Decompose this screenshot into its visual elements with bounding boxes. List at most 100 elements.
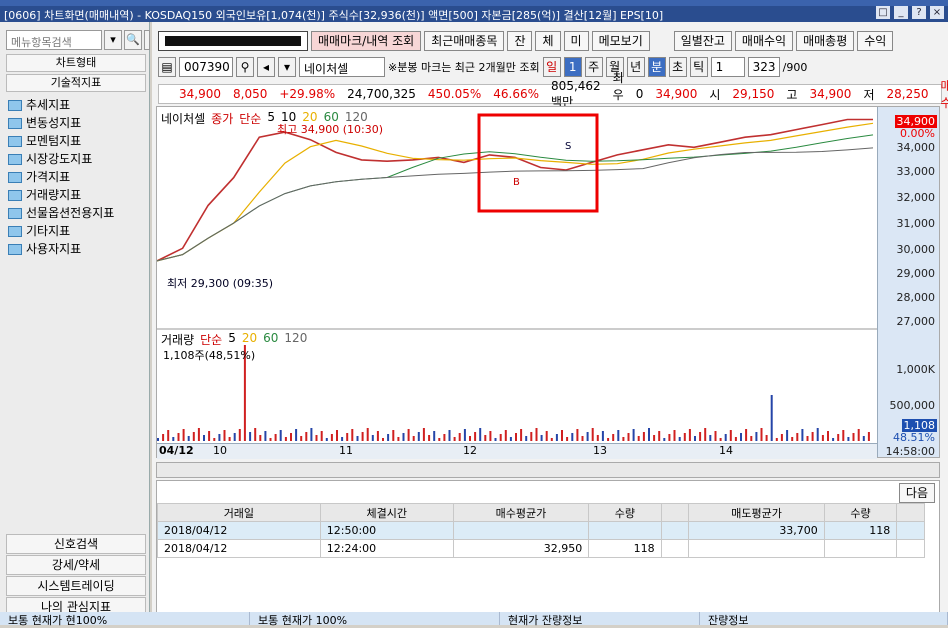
volume-bar	[489, 431, 491, 441]
unfilled-button[interactable]: 미	[564, 31, 589, 51]
strength-button[interactable]: 강세/약세	[6, 555, 146, 575]
volume-bar	[796, 433, 798, 441]
search-icon[interactable]: 🔍	[124, 30, 142, 50]
volume-bar	[628, 433, 630, 441]
volume-bar	[597, 435, 599, 441]
volume-bar	[674, 430, 676, 441]
minimize-button[interactable]: _	[894, 6, 908, 19]
x-axis: 04/12 10 11 12 13 14	[157, 443, 877, 459]
volume-bar	[750, 436, 752, 441]
tab-chart-type[interactable]: 차트형태	[6, 54, 146, 72]
tree-item[interactable]: 추세지표	[8, 96, 148, 114]
tree-item[interactable]: 기타지표	[8, 222, 148, 240]
stock-name-field[interactable]: 네이처셀	[299, 57, 385, 77]
tree-item[interactable]: 가격지표	[8, 168, 148, 186]
period-second[interactable]: 초	[669, 57, 687, 77]
tree-item[interactable]: 거래량지표	[8, 186, 148, 204]
legend-60: 60	[263, 331, 278, 348]
volume-bar	[515, 433, 517, 441]
trade-profit-button[interactable]: 매매수익	[735, 31, 793, 51]
table-row[interactable]: 2018/04/1212:24:0032,950118	[158, 540, 925, 558]
volume-bar	[249, 432, 251, 441]
volume-bar	[740, 433, 742, 441]
tree-item[interactable]: 변동성지표	[8, 114, 148, 132]
chevron-down-icon[interactable]: ▾	[278, 57, 296, 77]
volume-bar	[791, 437, 793, 441]
y-tick: 31,000	[897, 217, 936, 230]
restore-button[interactable]: □	[876, 6, 890, 19]
volume-bar	[633, 429, 635, 441]
chart-area[interactable]: B S 네이처셀 종가 단순 5 10 20 60 120 최고 34,900 …	[156, 106, 940, 458]
volume-bar	[776, 438, 778, 441]
daily-balance-button[interactable]: 일별잔고	[674, 31, 732, 51]
recent-trades-button[interactable]: 최근매매종목	[424, 31, 504, 51]
volume-bar	[310, 428, 312, 441]
period-week[interactable]: 주	[585, 57, 603, 77]
volume-bar	[290, 433, 292, 441]
volume-bar	[730, 430, 732, 441]
volume-bar	[827, 431, 829, 441]
tree-item[interactable]: 시장강도지표	[8, 150, 148, 168]
executed-button[interactable]: 체	[535, 31, 560, 51]
volume-bar	[622, 437, 624, 441]
speaker-icon[interactable]: ◂	[257, 57, 275, 77]
trade-mark-button[interactable]: 매매마크/내역 조회	[311, 31, 421, 51]
volume-bar	[362, 432, 364, 441]
chart-icon[interactable]: ▤	[158, 57, 176, 77]
menu-search-input[interactable]: 메뉴항목검색	[6, 30, 102, 50]
search-icon[interactable]: ⚲	[236, 57, 254, 77]
memo-button[interactable]: 메모보기	[592, 31, 650, 51]
volume-bar	[403, 433, 405, 441]
help-button[interactable]: ?	[912, 6, 926, 19]
open-label: 시	[709, 86, 720, 103]
volume-bar	[203, 435, 205, 441]
folder-icon	[8, 100, 22, 111]
system-trading-button[interactable]: 시스템트레이딩	[6, 576, 146, 596]
low-label: 저	[863, 86, 874, 103]
folder-icon	[8, 172, 22, 183]
signal-search-button[interactable]: 신호검색	[6, 534, 146, 554]
period-day[interactable]: 일	[543, 57, 561, 77]
period-year[interactable]: 년	[627, 57, 645, 77]
tab-tech-indicators[interactable]: 기술적지표	[6, 74, 146, 92]
volume-bar	[336, 430, 338, 441]
next-button[interactable]: 다음	[899, 483, 935, 503]
y-tick: 32,000	[897, 191, 936, 204]
volume-bar	[300, 436, 302, 441]
volume-bar	[382, 438, 384, 441]
chart-scrollbar[interactable]	[156, 462, 940, 478]
tree-item[interactable]: 선물옵션전용지표	[8, 204, 148, 222]
down-arrow-icon[interactable]	[144, 30, 150, 50]
volume-bar	[520, 429, 522, 441]
table-row[interactable]: 2018/04/1212:50:0033,700118	[158, 522, 925, 540]
trade-amount: 805,462백만	[551, 79, 601, 110]
status-3: 현재가 잔량정보	[500, 612, 700, 625]
profit-button[interactable]: 수익	[857, 31, 893, 51]
interval-select[interactable]: 1	[711, 57, 745, 77]
folder-icon	[8, 118, 22, 129]
volume-bar	[459, 433, 461, 441]
stock-code-input[interactable]: 007390	[179, 57, 233, 77]
volume-bar	[392, 430, 394, 441]
period-minute[interactable]: 분	[648, 57, 666, 77]
account-field[interactable]	[158, 31, 308, 51]
volume-bar	[479, 428, 481, 441]
balance-button[interactable]: 잔	[507, 31, 532, 51]
volume-bar	[715, 431, 717, 441]
volume-bar	[264, 431, 266, 441]
period-tick[interactable]: 틱	[690, 57, 708, 77]
period-interval[interactable]: 1	[564, 57, 582, 77]
volume-bar	[387, 434, 389, 441]
volume-bar	[188, 436, 190, 441]
close-button[interactable]: ×	[930, 6, 944, 19]
volume-bar	[372, 435, 374, 441]
volume-bar	[326, 438, 328, 441]
trade-review-button[interactable]: 매매총평	[796, 31, 854, 51]
tree-item[interactable]: 사용자지표	[8, 240, 148, 258]
dropdown-icon[interactable]: ▾	[104, 30, 122, 50]
tree-item[interactable]: 모멘텀지표	[8, 132, 148, 150]
count-input[interactable]: 323	[748, 57, 780, 77]
volume-bar	[853, 433, 855, 441]
open-price: 29,150	[732, 87, 774, 101]
volume-bar	[735, 437, 737, 441]
